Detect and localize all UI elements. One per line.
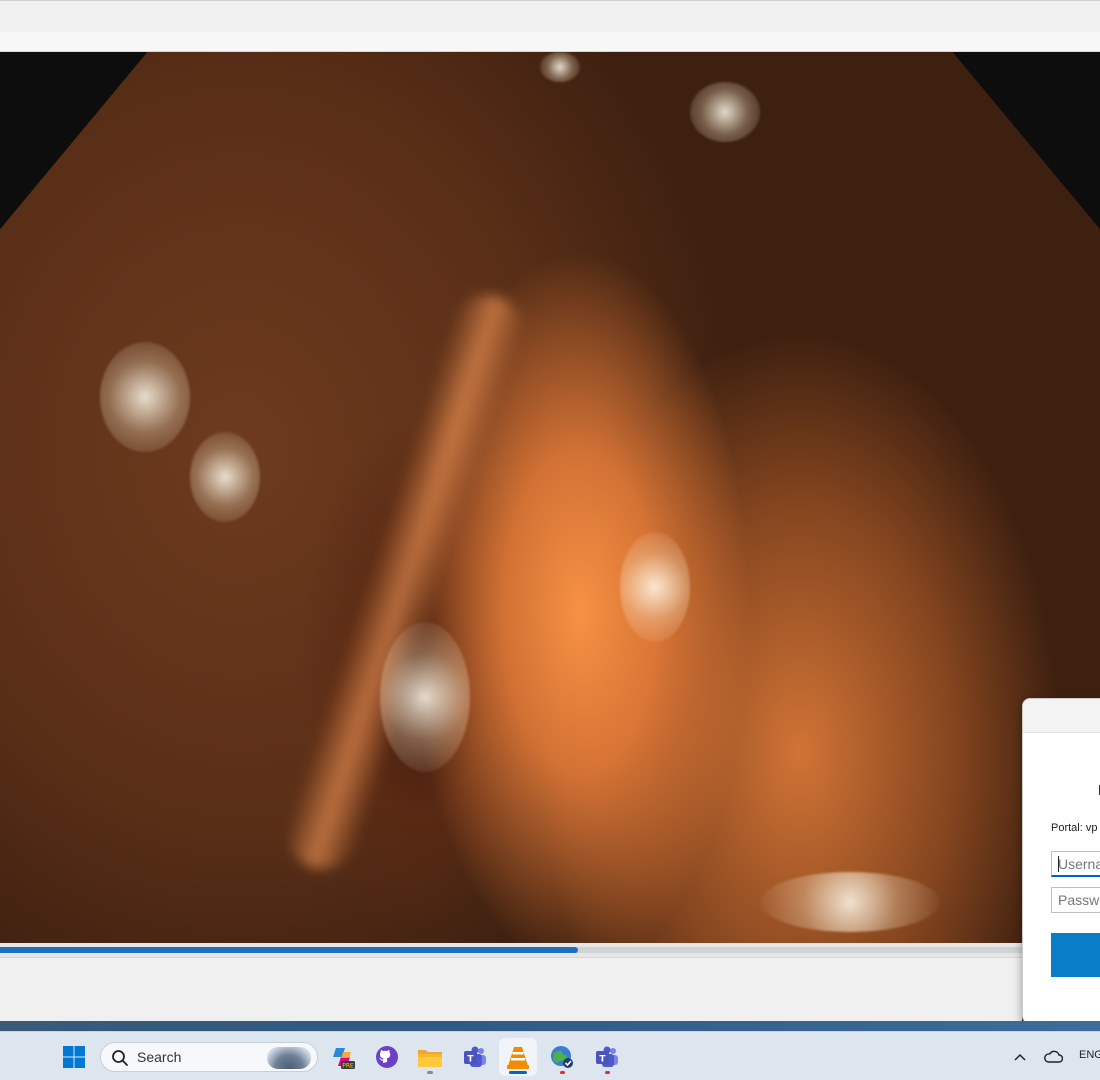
- search-placeholder: Search: [137, 1049, 182, 1065]
- seek-progress-fill: [0, 947, 578, 953]
- vpn-globe-icon: [551, 1046, 573, 1068]
- vlc-icon: [507, 1047, 529, 1069]
- alert-indicator: [559, 1071, 565, 1074]
- connect-button[interactable]: [1051, 933, 1100, 977]
- specular-highlight: [380, 622, 470, 772]
- file-explorer-button[interactable]: [411, 1038, 449, 1076]
- vpn-client-button[interactable]: [543, 1038, 581, 1076]
- specular-highlight: [690, 82, 760, 142]
- dialog-title-bar[interactable]: [1023, 699, 1100, 733]
- password-input[interactable]: Passwo: [1051, 887, 1100, 913]
- specular-highlight: [760, 872, 940, 932]
- svg-text:T: T: [467, 1055, 474, 1065]
- input-language-indicator[interactable]: ENG: [1079, 1049, 1100, 1061]
- teams-icon: T: [596, 1046, 618, 1067]
- menu-bar[interactable]: [0, 32, 1100, 52]
- svg-text:T: T: [599, 1055, 606, 1065]
- teams-icon: T: [464, 1046, 486, 1067]
- mucosal-fold: [279, 285, 531, 879]
- specular-highlight: [100, 342, 190, 452]
- taskbar-search-box[interactable]: Search: [100, 1042, 318, 1072]
- seek-bar[interactable]: [0, 943, 1022, 957]
- file-explorer-icon: [418, 1050, 442, 1067]
- search-highlight-image: [267, 1047, 311, 1069]
- windows-start-icon: [63, 1046, 85, 1068]
- specular-highlight: [190, 432, 260, 522]
- vlc-button[interactable]: [499, 1038, 537, 1076]
- onedrive-button[interactable]: [1036, 1038, 1070, 1076]
- copilot-button[interactable]: PRE: [324, 1038, 362, 1076]
- username-input[interactable]: Userna: [1051, 851, 1100, 877]
- portal-label: Portal: vp: [1051, 822, 1098, 834]
- endoscopy-frame: [0, 52, 1100, 943]
- svg-text:PRE: PRE: [342, 1063, 354, 1070]
- copilot-pre-icon: PRE: [333, 1048, 355, 1070]
- teams-button[interactable]: T: [456, 1038, 494, 1076]
- player-controls-bar: [0, 957, 1022, 1021]
- running-indicator: [427, 1071, 433, 1074]
- start-button[interactable]: [55, 1038, 93, 1076]
- show-hidden-icons-button[interactable]: [1002, 1038, 1038, 1076]
- vpn-login-dialog: Portal: vp Userna Passwo: [1022, 698, 1100, 1024]
- github-icon: [376, 1046, 398, 1068]
- alert-indicator: [604, 1071, 610, 1074]
- username-placeholder: Userna: [1058, 856, 1100, 872]
- teams-button-2[interactable]: T: [588, 1038, 626, 1076]
- onedrive-cloud-icon: [1044, 1050, 1063, 1063]
- chevron-up-icon: [1014, 1053, 1026, 1061]
- active-indicator: [509, 1071, 527, 1074]
- video-display[interactable]: [0, 52, 1100, 943]
- taskbar: Search PRE T T ENG: [0, 1031, 1100, 1080]
- password-placeholder: Passwo: [1058, 892, 1100, 908]
- window-title-bar[interactable]: [0, 0, 1100, 32]
- specular-highlight: [620, 532, 690, 642]
- desktop-wallpaper-strip: [0, 1021, 1100, 1031]
- github-button[interactable]: [368, 1038, 406, 1076]
- specular-highlight: [540, 52, 580, 82]
- search-icon: [112, 1050, 128, 1066]
